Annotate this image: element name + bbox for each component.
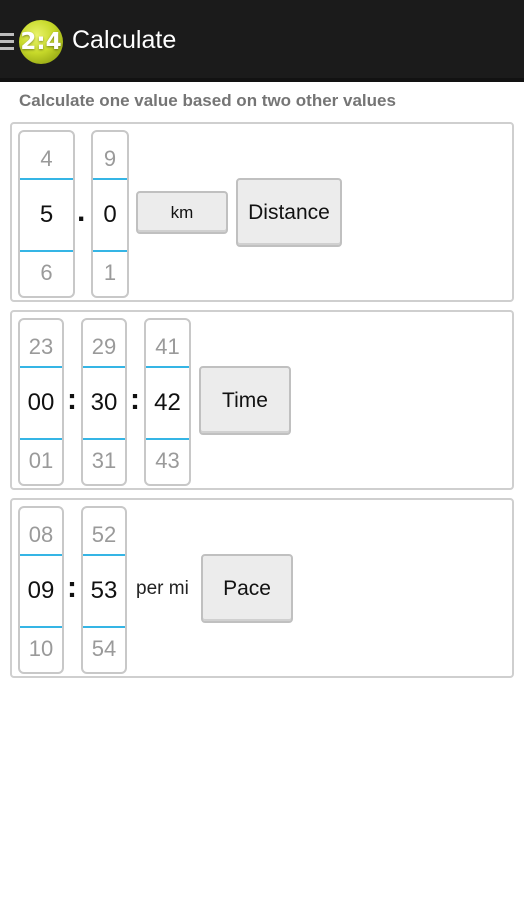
picker-divider bbox=[146, 366, 189, 368]
time-seconds-picker[interactable]: 41 42 43 bbox=[144, 318, 191, 486]
picker-next-value[interactable]: 01 bbox=[20, 448, 62, 474]
picker-prev-value[interactable]: 29 bbox=[83, 334, 125, 360]
picker-prev-value[interactable]: 4 bbox=[20, 146, 73, 172]
time-hours-picker[interactable]: 23 00 01 bbox=[18, 318, 64, 486]
picker-prev-value[interactable]: 41 bbox=[146, 334, 189, 360]
decimal-separator: . bbox=[77, 195, 86, 228]
time-separator: : bbox=[67, 383, 77, 416]
picker-prev-value[interactable]: 08 bbox=[20, 522, 62, 548]
picker-divider bbox=[146, 438, 189, 440]
picker-current-value[interactable]: 00 bbox=[20, 389, 62, 417]
pace-separator: : bbox=[67, 571, 77, 604]
picker-next-value[interactable]: 31 bbox=[83, 448, 125, 474]
picker-divider bbox=[93, 250, 127, 252]
picker-divider bbox=[20, 178, 73, 180]
appbar-divider bbox=[0, 78, 524, 82]
picker-next-value[interactable]: 6 bbox=[20, 260, 73, 286]
calculate-pace-button[interactable]: Pace bbox=[201, 554, 293, 623]
time-separator: : bbox=[130, 383, 140, 416]
picker-current-value[interactable]: 42 bbox=[146, 389, 189, 417]
picker-divider bbox=[83, 366, 125, 368]
picker-current-value[interactable]: 0 bbox=[93, 201, 127, 229]
picker-next-value[interactable]: 10 bbox=[20, 636, 62, 662]
picker-divider bbox=[93, 178, 127, 180]
picker-current-value[interactable]: 53 bbox=[83, 577, 125, 605]
picker-divider bbox=[20, 250, 73, 252]
picker-divider bbox=[20, 554, 62, 556]
app-logo-icon[interactable]: 2:4 bbox=[19, 20, 63, 64]
page-title: Calculate bbox=[72, 26, 177, 54]
picker-divider bbox=[20, 366, 62, 368]
picker-divider bbox=[83, 626, 125, 628]
pace-panel: 08 09 10 : 52 53 54 per mi Pace bbox=[10, 498, 514, 678]
picker-current-value[interactable]: 09 bbox=[20, 577, 62, 605]
calculate-distance-button[interactable]: Distance bbox=[236, 178, 342, 247]
picker-next-value[interactable]: 43 bbox=[146, 448, 189, 474]
picker-current-value[interactable]: 5 bbox=[20, 201, 73, 229]
picker-prev-value[interactable]: 9 bbox=[93, 146, 127, 172]
picker-divider bbox=[83, 554, 125, 556]
menu-icon[interactable] bbox=[0, 33, 14, 51]
calculate-time-button[interactable]: Time bbox=[199, 366, 291, 435]
picker-next-value[interactable]: 1 bbox=[93, 260, 127, 286]
distance-whole-picker[interactable]: 4 5 6 bbox=[18, 130, 75, 298]
pace-seconds-picker[interactable]: 52 53 54 bbox=[81, 506, 127, 674]
picker-divider bbox=[20, 626, 62, 628]
app-bar: 2:4 Calculate bbox=[0, 0, 524, 82]
distance-panel: 4 5 6 . 9 0 1 km Distance bbox=[10, 122, 514, 302]
picker-current-value[interactable]: 30 bbox=[83, 389, 125, 417]
picker-divider bbox=[83, 438, 125, 440]
picker-prev-value[interactable]: 52 bbox=[83, 522, 125, 548]
distance-fraction-picker[interactable]: 9 0 1 bbox=[91, 130, 129, 298]
picker-prev-value[interactable]: 23 bbox=[20, 334, 62, 360]
time-minutes-picker[interactable]: 29 30 31 bbox=[81, 318, 127, 486]
time-panel: 23 00 01 : 29 30 31 : 41 42 43 Time bbox=[10, 310, 514, 490]
pace-minutes-picker[interactable]: 08 09 10 bbox=[18, 506, 64, 674]
unit-km-button[interactable]: km bbox=[136, 191, 228, 234]
picker-divider bbox=[20, 438, 62, 440]
picker-next-value[interactable]: 54 bbox=[83, 636, 125, 662]
pace-unit-label: per mi bbox=[136, 578, 189, 599]
instruction-text: Calculate one value based on two other v… bbox=[19, 91, 396, 110]
